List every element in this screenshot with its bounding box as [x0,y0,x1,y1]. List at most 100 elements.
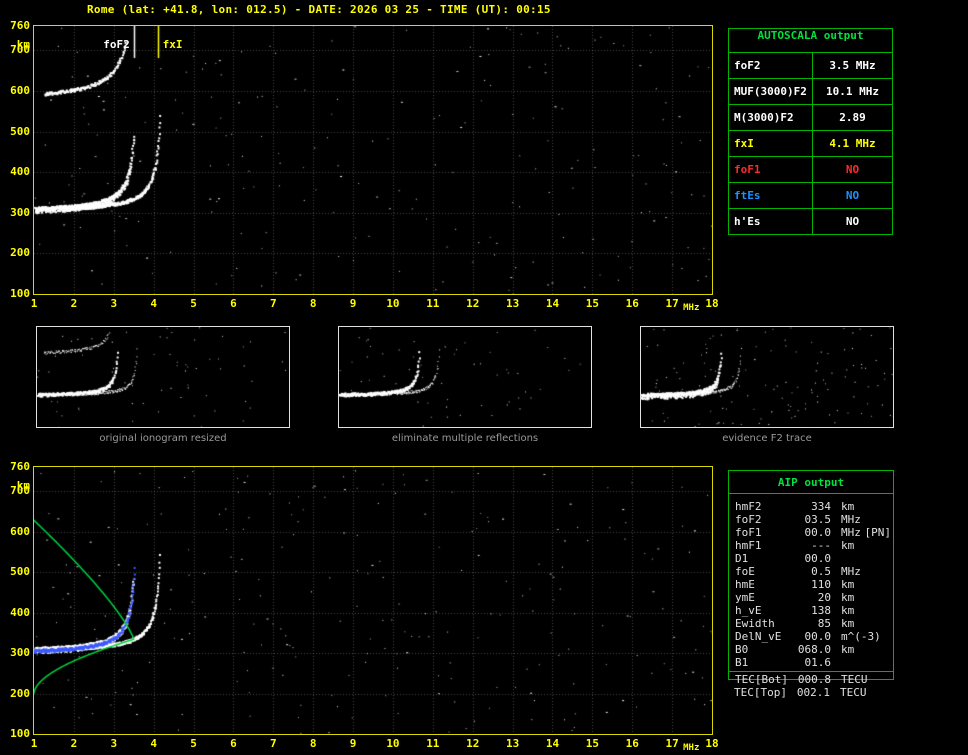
x-tick-label: 12 [466,737,480,750]
aip-param-value: 068.0 [797,643,831,656]
param-value: 10.1 MHz [826,85,879,98]
aip-row-hmE: hmE 110 km [735,578,891,591]
param-value: NO [845,163,860,176]
x-tick-label: 11 [426,297,440,310]
param-label: h'Es [729,209,813,234]
param-value: 4.1 MHz [829,137,876,150]
autoscala-output-title: AUTOSCALA output [757,29,864,42]
aip-param-unit: km [841,539,855,552]
x-tick-label: 13 [505,297,520,310]
aip-row-TEC-Top: TEC[Top] 002.1 TECU [734,686,890,699]
autoscala-row-fxI: fxI 4.1 MHz [729,130,892,156]
x-axis-unit-label: MHz [683,303,700,313]
x-tick-label: 10 [386,297,400,310]
y-tick-label: 300 [10,205,30,219]
aip-param-flag: [PN] [864,526,892,539]
x-tick-label: 1 [30,297,38,310]
aip-row-h_vE: h_vE 138 km [735,604,891,617]
y-tick-label: 600 [10,83,30,97]
x-tick-label: 8 [309,297,317,310]
param-value: NO [845,189,860,202]
aip-param-value: 85 [817,617,831,630]
y-tick-label: 400 [10,605,30,619]
y-tick-label: 760 [10,19,30,32]
aip-param-value: 00.0 [804,552,832,565]
x-tick-label: 3 [110,297,118,310]
aip-param-name: hmF1 [735,539,762,552]
y-tick-label: 400 [10,165,30,179]
aip-param-name: foF1 [735,526,762,539]
autoscala-output-rows: foF2 3.5 MHz MUF(3000)F2 10.1 MHz M(3000)F2 2… [729,52,892,234]
aip-row-ymE: ymE 20 km [735,591,891,604]
x-tick-label: 6 [230,737,237,750]
aip-param-value: 334 [811,500,831,513]
thumbnail-2 [338,326,592,428]
x-tick-label: 4 [150,297,157,310]
aip-param-name: h_vE [735,604,762,617]
x-tick-label: 3 [110,737,118,750]
aip-param-value: 03.5 [804,513,832,526]
aip-param-name: TEC[Top] [734,686,787,699]
x-tick-label: 15 [585,297,599,310]
y-tick-label: 300 [10,646,30,660]
x-tick-label: 7 [269,297,277,310]
x-tick-label: 12 [466,297,480,310]
annotation-label-foF2: foF2 [103,38,130,51]
aip-param-name: foE [735,565,755,578]
x-tick-label: 14 [545,297,560,310]
x-tick-label: 18 [705,737,719,750]
y-tick-label: 500 [10,565,30,579]
aip-param-unit: MHz [841,565,861,578]
bottom-ionogram-canvas [34,467,712,734]
aip-row-B1: B1 01.6 [735,656,891,669]
y-axis-unit-label: km [16,38,30,51]
annotation-label-fxI: fxI [162,38,183,51]
aip-row-TEC-Bot: TEC[Bot] 000.8 TECU [735,673,891,686]
x-axis-unit-label: MHz [683,743,700,753]
x-tick-label: 17 [665,297,679,310]
param-value: 2.89 [839,111,866,124]
autoscala-row-foF1: foF1 NO [729,156,892,182]
x-tick-label: 6 [230,297,237,310]
aip-row-hmF2: hmF2 334 km [735,500,891,513]
autoscala-output-panel: AUTOSCALA output foF2 3.5 MHz MUF(3000)F2 1… [728,28,893,235]
aip-param-value: --- [811,539,831,552]
aip-row-D1: D1 00.0 [735,552,891,565]
y-axis-unit-label: km [16,479,30,492]
x-tick-label: 16 [625,297,639,310]
x-tick-label: 2 [70,297,78,310]
x-tick-label: 16 [625,737,639,750]
thumbnail-caption-1: original ionogram resized [99,433,227,444]
aip-row-Ewidth: Ewidth 85 km [735,617,891,630]
aip-param-name: Ewidth [735,617,775,630]
aip-param-name: hmE [735,578,755,591]
thumbnail-caption-2: eliminate multiple reflections [391,433,539,444]
param-label: MUF(3000)F2 [729,79,813,104]
thumbnail-3 [640,326,894,428]
y-tick-label: 760 [10,460,30,473]
aip-param-value: 00.0 [804,630,832,643]
x-tick-label: 15 [585,737,599,750]
param-label: foF1 [729,157,813,182]
thumbnail-canvas [37,327,289,427]
aip-output-title: AIP output [777,476,845,489]
aip-param-unit: km [841,617,855,630]
aip-param-value: 20 [817,591,831,604]
thumbnail-1 [36,326,290,428]
x-tick-label: 5 [190,297,197,310]
x-tick-label: 13 [505,737,520,750]
param-value: NO [845,215,860,228]
param-value: 3.5 MHz [829,59,876,72]
x-tick-label: 7 [269,737,277,750]
aip-param-unit: km [841,604,855,617]
x-tick-label: 9 [349,737,357,750]
autoscala-row-M(3000)F2: M(3000)F2 2.89 [729,104,892,130]
x-tick-label: 18 [705,297,719,310]
aip-param-value: 00.0 [804,526,832,539]
param-label: ftEs [729,183,813,208]
param-label: foF2 [729,53,813,78]
param-label: M(3000)F2 [729,105,813,130]
top-ionogram-canvas [34,26,712,294]
y-tick-label: 500 [10,124,30,138]
y-tick-label: 600 [10,524,30,538]
